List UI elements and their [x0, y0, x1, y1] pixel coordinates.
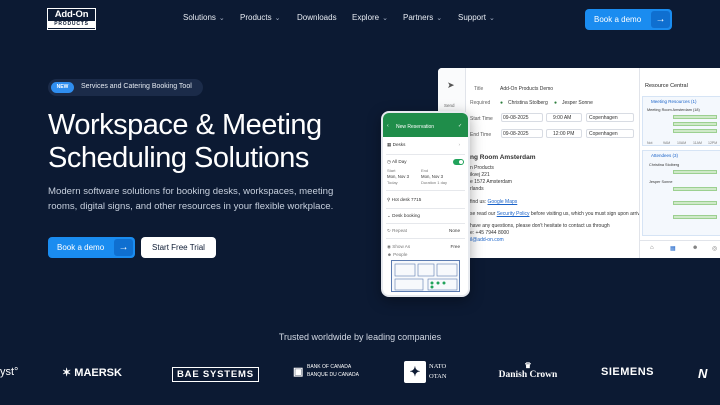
chevron-down-icon: ⌄ — [274, 15, 281, 22]
resource-central-pane: Resource Central Meeting Resources (1) M… — [639, 68, 720, 258]
chevron-down-icon: ⌄ — [382, 15, 388, 22]
nav-item-partners[interactable]: Partners ⌄ — [403, 13, 442, 22]
meeting-resources-panel: Meeting Resources (1) Meeting Room Amste… — [642, 96, 720, 146]
meeting-title: Add-On Products Demo — [500, 86, 554, 92]
logo-top-text: Add-On — [54, 9, 89, 20]
nav-item-explore[interactable]: Explore ⌄ — [352, 13, 388, 22]
chevron-down-icon: ⌄ — [218, 15, 225, 22]
people-row: ☻ People — [387, 252, 408, 257]
top-navigation: Add-On PRODUCTS Solutions ⌄ Products ⌄ Dow… — [0, 0, 720, 38]
hero-title: Workspace & Meeting Scheduling Solutions — [48, 109, 322, 174]
nav-item-solutions[interactable]: Solutions ⌄ — [183, 13, 225, 22]
chevron-down-icon: ⌄ — [436, 15, 443, 22]
partial-logo-left: yst° — [0, 366, 19, 378]
people-icon[interactable]: ☻ — [692, 245, 698, 251]
maersk-logo: ✶ MAERSK — [62, 367, 122, 379]
hero-subtitle: Modern software solutions for booking de… — [48, 186, 334, 212]
send-icon: ➤ — [447, 80, 455, 90]
outlook-addin-screenshot: ➤ Send Title Add-On Products Demo Requir… — [438, 68, 720, 258]
compass-star-icon: ✦ — [404, 361, 426, 383]
badge-text: Services and Catering Booking Tool — [81, 83, 192, 90]
floor-plan-drawing — [394, 263, 458, 291]
chevron-down-icon: ⌄ — [489, 15, 495, 22]
security-policy-link: Security Policy — [496, 211, 530, 217]
danish-crown-logo: ♛ Danish Crown — [494, 361, 562, 381]
home-icon[interactable]: ⌂ — [650, 245, 654, 251]
show-as-row: ◉ Show As Free — [387, 244, 460, 249]
star-icon: ✶ — [62, 367, 72, 379]
google-maps-link: Google Maps — [487, 199, 518, 205]
mobile-app-screenshot: ‹ New Reservation ✓ ▦ Desks › ◷ All Day S… — [381, 111, 470, 297]
resource-central-title: Resource Central — [645, 83, 688, 89]
new-label: NEW — [51, 82, 74, 93]
arrow-right-icon: → — [651, 11, 670, 28]
globe-icon[interactable]: ◎ — [712, 245, 717, 252]
calendar-icon[interactable]: ▦ — [670, 245, 676, 252]
hot-desk-row: ⚲ Hot desk 7715 — [387, 197, 422, 202]
repeat-row: ↻ Repeat None — [387, 228, 460, 233]
floor-plan — [391, 260, 460, 292]
desk-booking-row: ⌄ Desk booking — [387, 213, 420, 218]
arrow-right-icon: → — [114, 239, 133, 256]
siemens-logo: SIEMENS — [601, 366, 655, 378]
start-free-trial-button[interactable]: Start Free Trial — [141, 237, 216, 258]
all-day-toggle — [453, 159, 464, 165]
back-icon: ‹ — [387, 123, 389, 129]
nav-item-support[interactable]: Support ⌄ — [458, 13, 495, 22]
nav-item-products[interactable]: Products ⌄ — [240, 13, 280, 22]
add-on-products-logo[interactable]: Add-On PRODUCTS — [47, 8, 96, 30]
room-heading: ng Room Amsterdam — [470, 154, 536, 161]
partial-logo-right: N — [698, 366, 708, 381]
attendees-panel: Attendees (3) Christina Stolberg Jesper … — [642, 150, 720, 236]
new-reservation-title: New Reservation — [396, 124, 435, 130]
book-demo-nav-button[interactable]: Book a demo → — [585, 9, 672, 30]
new-feature-badge[interactable]: NEW Services and Catering Booking Tool — [48, 79, 203, 96]
nav-item-downloads[interactable]: Downloads — [297, 13, 337, 22]
logo-bottom-text: PRODUCTS — [48, 21, 95, 28]
pane-bottom-toolbar: ⌂ ▦ ☻ ◎ — [640, 240, 720, 258]
crown-icon: ♛ — [524, 361, 532, 370]
desks-row: ▦ Desks › — [387, 142, 460, 147]
bank-icon: ▣ — [293, 366, 304, 378]
bae-systems-logo: BAE SYSTEMS — [172, 367, 259, 382]
check-icon: ✓ — [458, 123, 463, 129]
book-demo-button[interactable]: Book a demo → — [48, 237, 135, 258]
trusted-heading: Trusted worldwide by leading companies — [278, 332, 442, 342]
phone-header: ‹ New Reservation ✓ — [383, 113, 468, 137]
